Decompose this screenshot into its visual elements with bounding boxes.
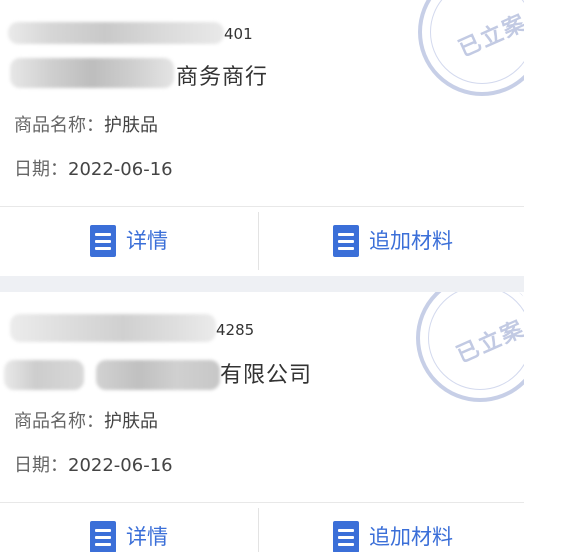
case-card[interactable]: 已立案 4285 有限公司 商品名称：护肤品 日期：2022-06-16 详情 …: [0, 292, 524, 552]
document-icon: [333, 521, 359, 552]
company-name-suffix: 商务商行: [176, 65, 269, 90]
date-field: 日期：2022-06-16: [14, 454, 173, 478]
product-field: 商品名称：护肤品: [14, 410, 158, 434]
document-icon: [90, 521, 116, 552]
details-button[interactable]: 详情: [90, 224, 168, 258]
redacted-company: [4, 360, 84, 390]
details-label: 详情: [126, 229, 168, 253]
add-materials-button[interactable]: 追加材料: [333, 224, 453, 258]
document-icon: [90, 225, 116, 257]
product-field: 商品名称：护肤品: [14, 114, 158, 138]
action-separator: [258, 508, 259, 552]
card-divider: [0, 206, 524, 207]
action-separator: [258, 212, 259, 270]
stamp-text: 已立案: [453, 316, 524, 369]
product-label: 商品名称：: [14, 411, 104, 432]
stamp-text: 已立案: [455, 10, 524, 63]
case-status-stamp: 已立案: [418, 0, 524, 96]
details-button[interactable]: 详情: [90, 520, 168, 552]
document-icon: [333, 225, 359, 257]
case-code-suffix: 4285: [216, 321, 255, 339]
case-status-stamp: 已立案: [416, 292, 524, 402]
details-label: 详情: [126, 525, 168, 549]
case-card[interactable]: 已立案 401 商务商行 商品名称：护肤品 日期：2022-06-16 详情 追…: [0, 0, 524, 276]
redacted-code: [8, 22, 224, 44]
redacted-company: [96, 360, 220, 390]
add-materials-label: 追加材料: [369, 229, 453, 253]
date-label: 日期：: [14, 455, 68, 476]
card-gap: [0, 276, 524, 292]
product-value: 护肤品: [104, 411, 158, 432]
date-field: 日期：2022-06-16: [14, 158, 173, 182]
product-value: 护肤品: [104, 115, 158, 136]
company-name-suffix: 有限公司: [220, 363, 313, 388]
add-materials-label: 追加材料: [369, 525, 453, 549]
date-label: 日期：: [14, 159, 68, 180]
add-materials-button[interactable]: 追加材料: [333, 520, 453, 552]
right-margin: [524, 0, 572, 552]
redacted-code: [10, 314, 216, 342]
case-list-page: 已立案 401 商务商行 商品名称：护肤品 日期：2022-06-16 详情 追…: [0, 0, 572, 552]
product-label: 商品名称：: [14, 115, 104, 136]
date-value: 2022-06-16: [68, 159, 173, 180]
redacted-company: [10, 58, 174, 88]
date-value: 2022-06-16: [68, 455, 173, 476]
case-code-suffix: 401: [224, 25, 253, 43]
card-divider: [0, 502, 524, 503]
